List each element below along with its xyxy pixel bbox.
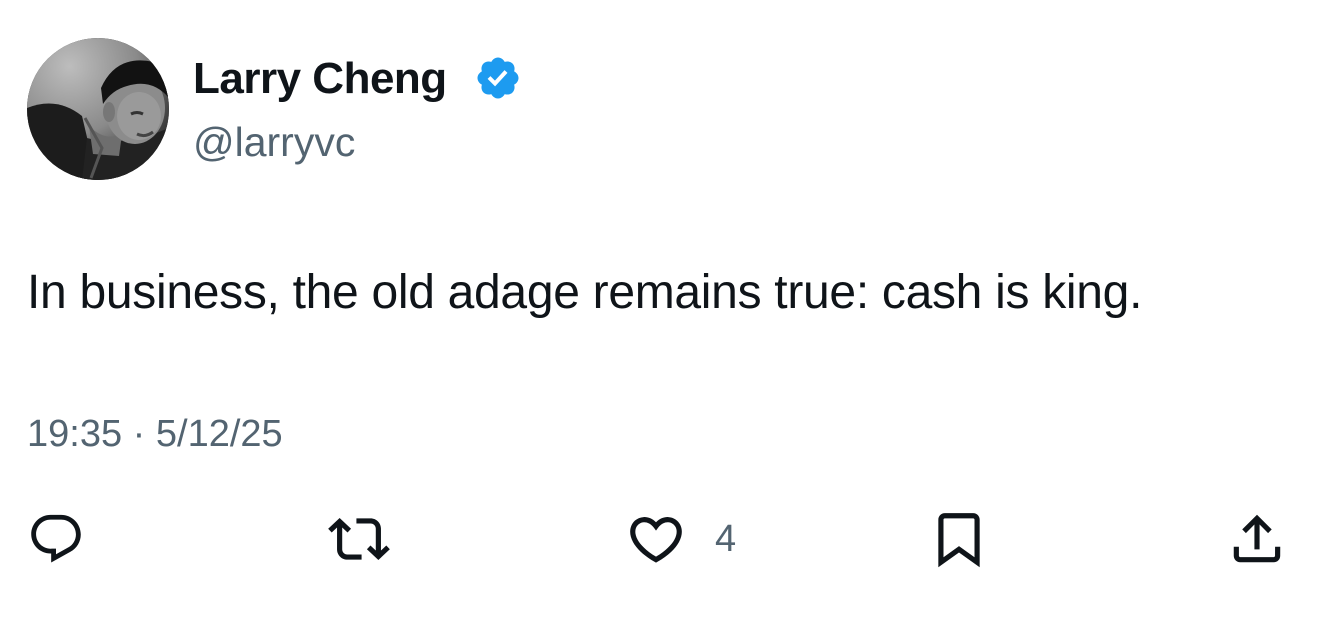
- reply-button[interactable]: [27, 508, 85, 570]
- share-icon: [1233, 514, 1281, 563]
- repost-button[interactable]: [328, 508, 390, 570]
- bookmark-icon: [938, 513, 980, 568]
- author-name[interactable]: Larry Cheng: [193, 50, 447, 108]
- tweet-card: Larry Cheng @larryvc In business, the ol…: [0, 0, 1320, 643]
- like-button[interactable]: 4: [625, 508, 736, 570]
- like-count: 4: [715, 518, 737, 560]
- repost-icon: [328, 518, 390, 560]
- tweet-date: 5/12/25: [155, 413, 283, 455]
- verified-badge-icon: [477, 57, 519, 99]
- avatar[interactable]: [27, 38, 169, 180]
- tweet-time: 19:35: [27, 413, 123, 455]
- reply-icon: [31, 514, 81, 563]
- author-handle[interactable]: @larryvc: [193, 115, 355, 169]
- share-button[interactable]: [1226, 508, 1288, 570]
- bookmark-button[interactable]: [928, 508, 990, 570]
- tweet-text: In business, the old adage remains true:…: [27, 266, 1143, 319]
- avatar-photo: [27, 38, 169, 180]
- timestamp-separator: ·: [132, 413, 146, 455]
- tweet-timestamp[interactable]: 19:35 · 5/12/25: [27, 408, 283, 460]
- heart-icon: [630, 517, 682, 563]
